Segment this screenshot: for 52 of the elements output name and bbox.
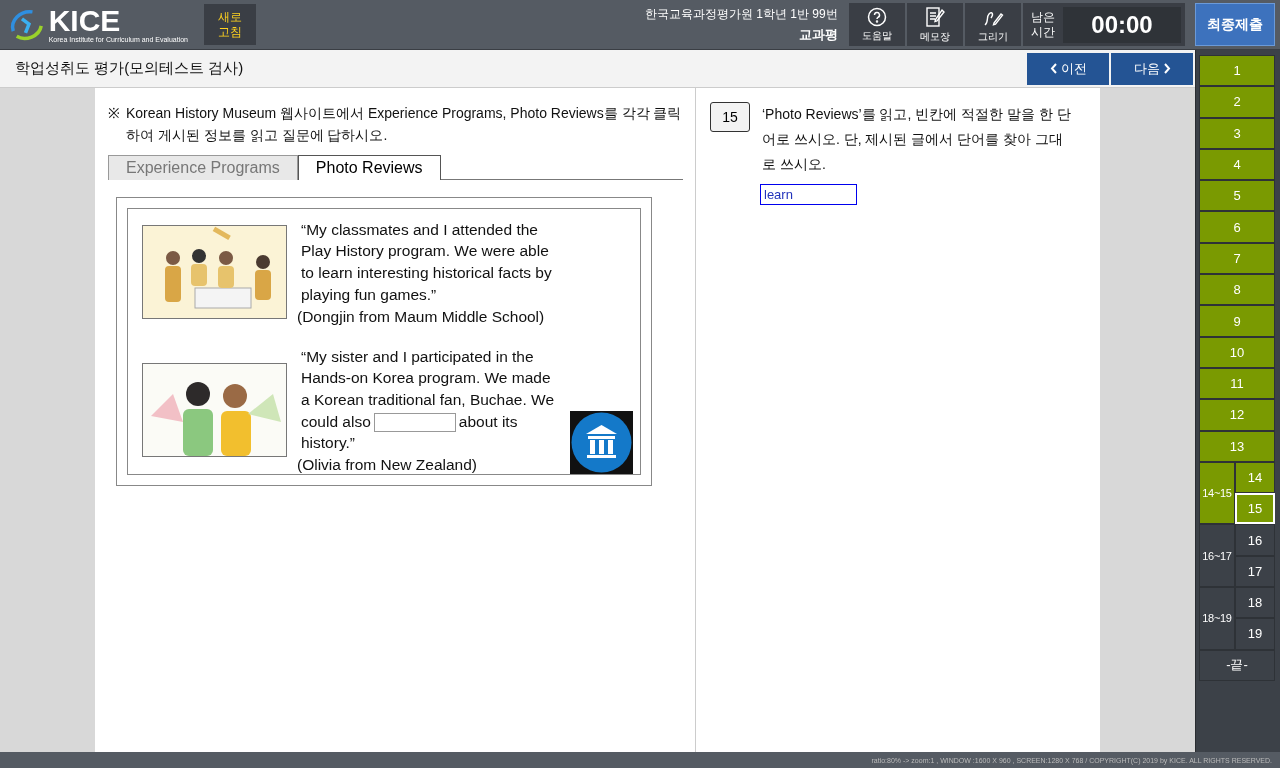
timer-label: 남은 시간 xyxy=(1030,10,1056,39)
review-quote: “My classmates and I attended the Play History program. We were able to learn interesting historical facts by playing fun games.” xyxy=(301,219,553,305)
group-label: 18~19 xyxy=(1199,587,1235,650)
question-tab[interactable]: 12 xyxy=(1199,399,1275,431)
question-tab[interactable]: 13 xyxy=(1199,430,1275,462)
question-tab[interactable]: 4 xyxy=(1199,148,1275,181)
question-tab[interactable]: 14 xyxy=(1235,461,1275,494)
chevron-left-icon xyxy=(1049,63,1057,74)
tool-button[interactable]: 메모장 xyxy=(906,3,963,46)
note-mark: ※ xyxy=(108,104,120,123)
question-tab[interactable]: 11 xyxy=(1199,367,1275,400)
previous-button[interactable]: 이전 xyxy=(1027,52,1109,85)
tool-button[interactable]: 그리기 xyxy=(964,3,1021,46)
logo-wordmark: KICE xyxy=(48,6,122,36)
question-tab[interactable]: 5 xyxy=(1199,180,1275,212)
timer-value: 00:00 xyxy=(1063,6,1181,43)
next-button[interactable]: 다음 xyxy=(1111,52,1193,85)
museum-icon xyxy=(570,410,633,474)
question-tab[interactable]: 18 xyxy=(1235,587,1275,619)
passage-tab[interactable]: Photo Reviews xyxy=(297,154,441,180)
question-tab[interactable]: 7 xyxy=(1199,242,1275,275)
review-quote: “My sister and I participated in the Hands-on Korea program. We made a Korean traditional fan, Buchae. We could also about its history.” xyxy=(301,346,556,454)
question-text: ‘Photo Reviews’를 읽고, 빈칸에 적절한 말을 한 단어로 쓰시오. 단, 제시된 글에서 단어를 찾아 그대로 쓰시오. xyxy=(762,105,1072,175)
help-icon xyxy=(866,6,887,27)
group-label: 16~17 xyxy=(1199,524,1235,588)
chevron-right-icon xyxy=(1163,63,1171,74)
question-tab[interactable]: 3 xyxy=(1199,117,1275,149)
question-tab[interactable]: 15 xyxy=(1235,493,1275,525)
instruction-text: Korean History Museum 웹사이트에서 Experience Programs, Photo Reviews를 각각 클릭하여 게시된 정보를 읽고 질문에 답하시오. xyxy=(126,104,683,146)
tool-button[interactable]: 도움말 xyxy=(848,3,905,46)
answer-field[interactable]: learn xyxy=(760,183,857,205)
question-tab[interactable]: 16 xyxy=(1235,524,1275,556)
question-number: 15 xyxy=(710,102,750,132)
question-tab[interactable]: 1 xyxy=(1199,55,1275,87)
submit-button[interactable]: 최종제출 xyxy=(1195,3,1275,46)
question-tab[interactable]: 6 xyxy=(1199,211,1275,243)
end-tab[interactable]: -끝- xyxy=(1199,649,1275,681)
notepad-icon xyxy=(923,5,946,28)
review-author: (Dongjin from Maum Middle School) xyxy=(297,307,546,326)
student-name: 교과평 xyxy=(798,25,838,44)
refresh-button[interactable]: 새로 고침 xyxy=(204,4,256,45)
question-tab[interactable]: 10 xyxy=(1199,336,1275,368)
question-tab[interactable]: 9 xyxy=(1199,305,1275,337)
question-tab[interactable]: 8 xyxy=(1199,274,1275,306)
question-tab[interactable]: 19 xyxy=(1235,618,1275,650)
exam-title: 학업성취도 평가(모의테스트 검사) xyxy=(14,59,244,78)
question-tab[interactable]: 17 xyxy=(1235,555,1275,588)
student-info: 한국교육과정평가원 1학년 1반 99번 xyxy=(644,5,838,23)
review-author: (Olivia from New Zealand) xyxy=(297,455,479,474)
question-tab[interactable]: 2 xyxy=(1199,86,1275,118)
group-label: 14~15 xyxy=(1199,461,1235,525)
passage-tab[interactable]: Experience Programs xyxy=(108,154,298,180)
